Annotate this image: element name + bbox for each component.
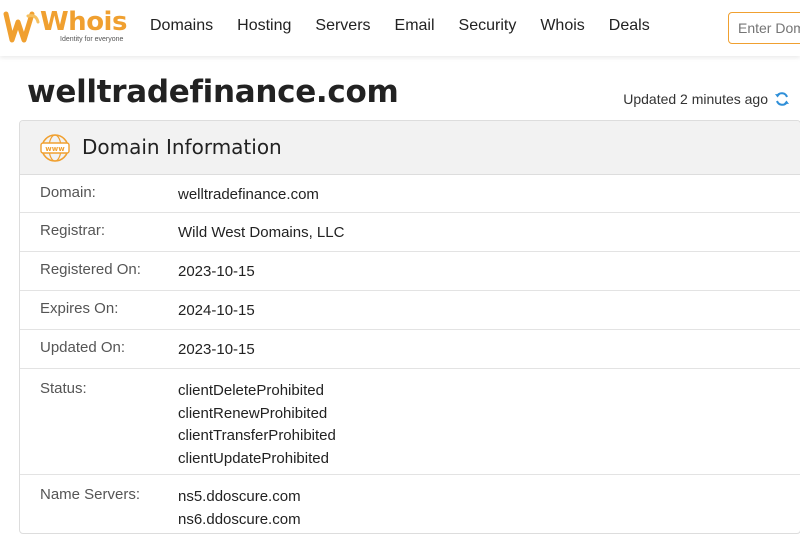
status-line: clientRenewProhibited: [178, 404, 328, 422]
value-line: 2023-10-15: [178, 263, 255, 280]
row-label: Status:: [40, 380, 87, 397]
row-label: Expires On:: [40, 300, 119, 317]
row-label: Registrar:: [40, 222, 106, 239]
row-value: welltradefinance.com: [178, 184, 319, 207]
row-value: clientDeleteProhibited clientRenewProhib…: [178, 380, 336, 470]
page-title: welltradefinance.com: [27, 74, 399, 110]
value-line: 2024-10-15: [178, 302, 255, 319]
status-line: clientTransferProhibited: [178, 427, 336, 444]
www-globe-icon: www: [40, 134, 70, 162]
row-value: ns5.ddoscure.com ns6.ddoscure.com: [178, 486, 301, 531]
status-line: clientUpdateProhibited: [178, 449, 329, 467]
row-value: 2023-10-15: [178, 339, 255, 362]
main-menu: Domains Hosting Servers Email Security W…: [150, 17, 674, 35]
nav-item-domains[interactable]: Domains: [150, 17, 213, 35]
row-label: Updated On:: [40, 339, 126, 356]
info-row-registrar: Registrar: Wild West Domains, LLC: [20, 213, 800, 252]
info-row-updated-on: Updated On: 2023-10-15: [20, 330, 800, 369]
top-navbar: Whois Identity for everyone Domains Host…: [0, 0, 800, 56]
domain-info-card: www Domain Information Domain: welltrade…: [19, 120, 800, 534]
updated-status: Updated 2 minutes ago: [623, 91, 790, 107]
row-label: Registered On:: [40, 261, 141, 278]
whois-logo[interactable]: Whois Identity for everyone: [0, 4, 130, 50]
name-server-line: ns6.ddoscure.com: [178, 510, 301, 528]
nav-item-security[interactable]: Security: [459, 17, 517, 35]
row-value: 2024-10-15: [178, 300, 255, 323]
card-header: www Domain Information: [20, 121, 800, 175]
nav-item-deals[interactable]: Deals: [609, 17, 650, 35]
nav-item-email[interactable]: Email: [395, 17, 435, 35]
updated-text: Updated 2 minutes ago: [623, 91, 768, 107]
svg-text:www: www: [45, 145, 65, 153]
info-row-name-servers: Name Servers: ns5.ddoscure.com ns6.ddosc…: [20, 475, 800, 533]
row-value: Wild West Domains, LLC: [178, 222, 344, 245]
value-line: 2023-10-15: [178, 341, 255, 358]
domain-search-input[interactable]: [728, 12, 800, 44]
info-row-expires-on: Expires On: 2024-10-15: [20, 291, 800, 330]
status-line: clientDeleteProhibited: [178, 382, 324, 399]
logo-tagline: Identity for everyone: [60, 36, 124, 43]
logo-mark-icon: [3, 11, 40, 43]
nav-item-servers[interactable]: Servers: [315, 17, 370, 35]
row-label: Domain:: [40, 184, 96, 201]
nav-item-whois[interactable]: Whois: [540, 17, 584, 35]
card-title: Domain Information: [82, 135, 282, 159]
info-row-registered-on: Registered On: 2023-10-15: [20, 252, 800, 291]
value-line: Wild West Domains, LLC: [178, 224, 345, 241]
row-label: Name Servers:: [40, 486, 141, 503]
info-row-domain: Domain: welltradefinance.com: [20, 175, 800, 213]
refresh-icon[interactable]: [774, 91, 790, 107]
logo-wordmark: Whois: [40, 7, 127, 37]
nav-item-hosting[interactable]: Hosting: [237, 17, 291, 35]
info-row-status: Status: clientDeleteProhibited clientRen…: [20, 369, 800, 475]
name-server-line: ns5.ddoscure.com: [178, 488, 301, 505]
row-value: 2023-10-15: [178, 261, 255, 284]
value-line: welltradefinance.com: [178, 186, 319, 203]
